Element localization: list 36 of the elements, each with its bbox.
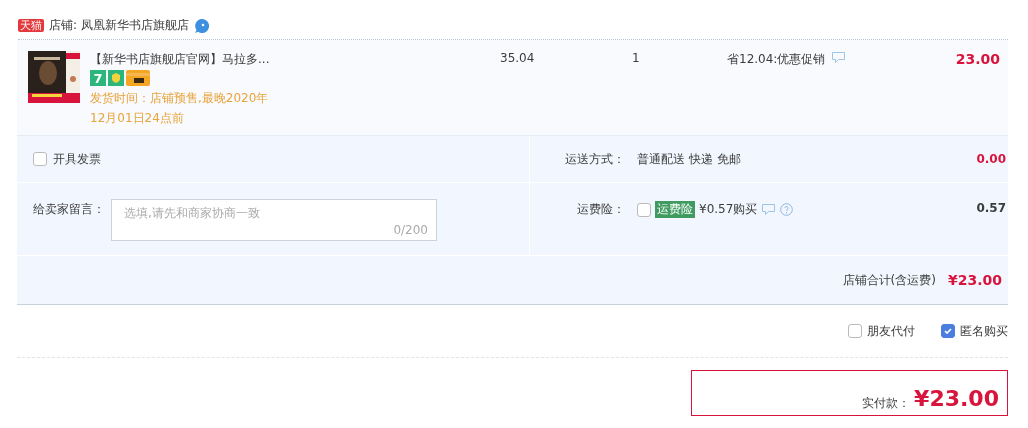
discount-text: 省12.04:优惠促销	[727, 51, 826, 68]
shipping-label: 运送方式：	[564, 150, 625, 168]
payment-label: 实付款：	[862, 395, 911, 411]
payment-amount: ¥23.00	[914, 387, 999, 411]
option-label: 匿名购买	[960, 322, 1008, 340]
option-checkbox[interactable]	[848, 324, 862, 338]
shipping-method: 普通配送 快递 免邮	[637, 150, 741, 168]
insurance-price: ¥0.57购买	[699, 201, 758, 218]
help-icon[interactable]	[780, 203, 794, 216]
item-subtotal: 23.00	[955, 51, 1000, 69]
shop-total-amount: ¥23.00	[947, 272, 1002, 288]
quantity: 1	[632, 51, 641, 67]
tmall-badge: 天猫	[18, 19, 44, 32]
shipping-fee: 0.00	[976, 152, 1006, 166]
chat-bubble-icon[interactable]	[193, 17, 211, 34]
comment-icon	[761, 203, 777, 216]
insurance-tag: 运费险	[655, 201, 695, 218]
shop-total-label: 店铺合计(含运费)	[842, 271, 936, 289]
invoice-checkbox[interactable]	[33, 152, 47, 166]
message-label: 给卖家留言：	[33, 201, 105, 218]
shipping-time-note: 发货时间：店铺预售,最晚2020年12月01日24点前	[90, 90, 270, 127]
checkmark-icon	[943, 326, 953, 336]
option-label: 朋友代付	[867, 322, 915, 340]
insurance-label: 运费险：	[576, 201, 625, 218]
unit-price: 35.04	[500, 51, 536, 67]
return-badge: 7	[90, 70, 106, 86]
char-counter: 0/200	[393, 223, 428, 237]
shop-name[interactable]: 店铺: 凤凰新华书店旗舰店	[49, 17, 189, 34]
insurance-checkbox[interactable]	[637, 202, 651, 217]
shield-icon	[108, 70, 124, 86]
option-checkbox[interactable]	[941, 324, 955, 338]
comment-icon	[831, 51, 847, 64]
insurance-fee: 0.57	[976, 201, 1006, 215]
invoice-label: 开具发票	[53, 150, 101, 168]
card-icon	[126, 70, 150, 86]
product-title[interactable]: 【新华书店旗舰店官网】马拉多...	[90, 51, 280, 68]
